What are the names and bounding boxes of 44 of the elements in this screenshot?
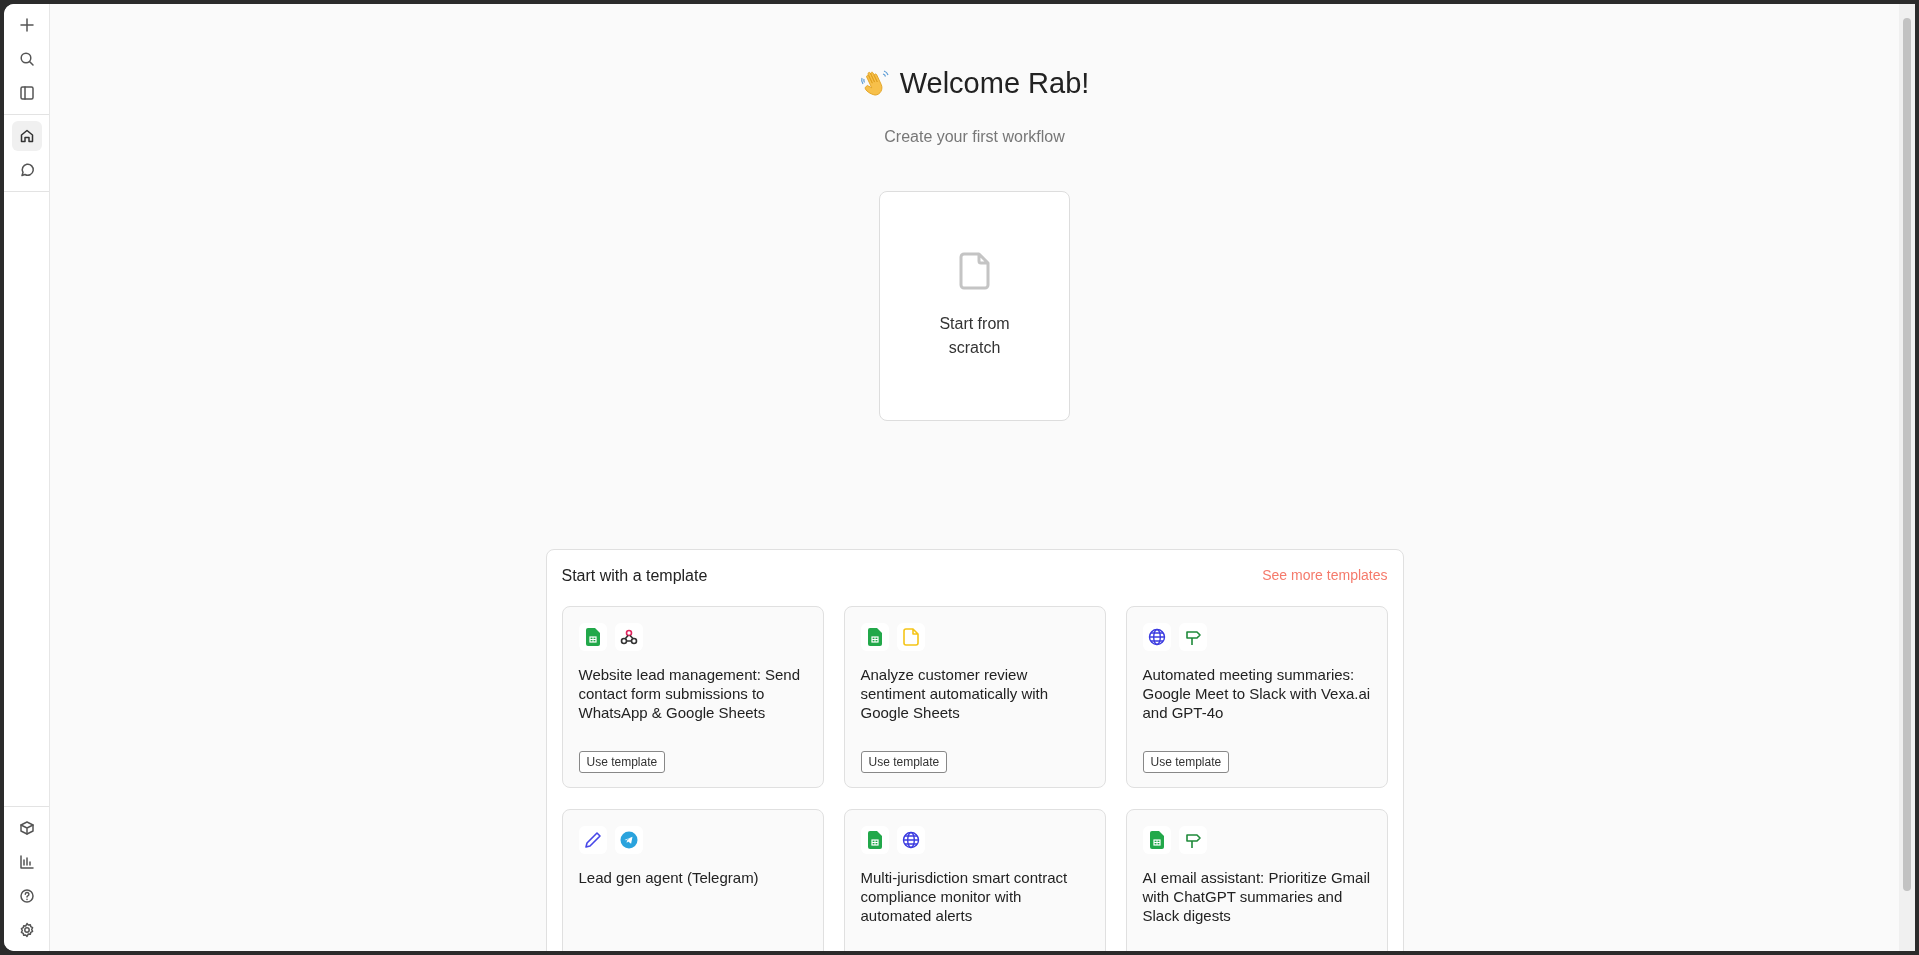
template-title: Website lead management: Send contact form submissions to WhatsApp & Google Sheets	[578, 664, 802, 722]
globe-icon	[896, 825, 925, 854]
help-icon	[18, 888, 35, 904]
template-title: Lead gen agent (Telegram)	[578, 867, 760, 887]
globe-icon	[1142, 622, 1171, 651]
template-card[interactable]: Website lead management: Send contact form submissions to WhatsApp & Google Sheets Use template	[561, 605, 824, 788]
template-card[interactable]: Analyze customer review sentiment automatically with Google Sheets Use template	[843, 605, 1106, 788]
home-icon	[18, 128, 35, 144]
template-card[interactable]: Multi-jurisdiction smart contract compliance monitor with automated alerts	[843, 808, 1106, 951]
sidebar-panel-icon	[18, 85, 35, 101]
template-card[interactable]: AI email assistant: Prioritize Gmail with ChatGPT summaries and Slack digests	[1125, 808, 1388, 951]
cube-icon	[18, 820, 35, 836]
template-title: Automated meeting summaries: Google Meet to Slack with Vexa.ai and GPT-4o	[1142, 664, 1371, 722]
paper-plane-icon	[614, 825, 643, 854]
webhook-icon	[614, 622, 643, 651]
document-icon	[958, 251, 991, 290]
note-icon	[896, 622, 925, 651]
pencil-icon	[578, 825, 607, 854]
search-icon	[18, 51, 35, 67]
spreadsheet-icon	[1142, 825, 1171, 854]
bar-chart-icon	[18, 854, 35, 870]
template-card[interactable]: Lead gen agent (Telegram)	[561, 808, 824, 951]
start-from-scratch-card[interactable]: Start from scratch	[879, 190, 1070, 421]
plus-icon	[18, 17, 35, 33]
spreadsheet-icon	[860, 825, 889, 854]
subtitle: Create your first workflow	[884, 126, 1065, 147]
spreadsheet-icon	[860, 622, 889, 651]
use-template-button[interactable]: Use template	[1142, 750, 1230, 773]
signpost-icon	[1178, 622, 1207, 651]
scrollbar-thumb[interactable]	[1903, 18, 1911, 891]
use-template-button[interactable]: Use template	[578, 750, 666, 773]
welcome-heading: Welcome Rab!	[899, 66, 1090, 101]
chat-bubble-icon	[18, 162, 35, 178]
panel-title: Start with a template	[561, 565, 708, 586]
template-card[interactable]: Automated meeting summaries: Google Meet to Slack with Vexa.ai and GPT-4o Use template	[1125, 605, 1388, 788]
use-template-button[interactable]: Use template	[860, 750, 948, 773]
home-button[interactable]	[11, 121, 42, 151]
spreadsheet-icon	[578, 622, 607, 651]
template-title: Multi-jurisdiction smart contract compliance monitor with automated alerts	[860, 867, 1069, 925]
waving-hand-icon	[859, 68, 890, 99]
signpost-icon	[1178, 825, 1207, 854]
template-title: Analyze customer review sentiment automatically with Google Sheets	[860, 664, 1050, 722]
settings-icon	[18, 922, 35, 938]
template-title: AI email assistant: Prioritize Gmail with ChatGPT summaries and Slack digests	[1142, 867, 1371, 925]
